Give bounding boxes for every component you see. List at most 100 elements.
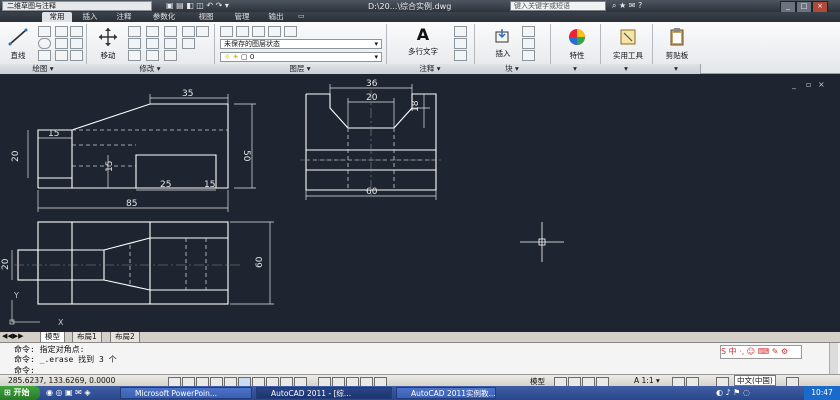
- drawing-svg: 35 15 20 50 15 25 15 85 36 20 18 60 20 6…: [1, 79, 564, 327]
- utilities-button[interactable]: 实用工具: [604, 24, 652, 64]
- tab-manage[interactable]: 管理: [228, 12, 256, 22]
- layer-state-select[interactable]: 未保存的图层状态 ▾: [220, 39, 382, 49]
- utilities-panel-title[interactable]: ▾: [600, 64, 653, 74]
- properties-panel-title[interactable]: ▾: [550, 64, 601, 74]
- edit-block-icon[interactable]: [522, 38, 535, 49]
- layer-off-icon[interactable]: [236, 26, 249, 37]
- multileader-icon[interactable]: [454, 38, 467, 49]
- ribbon-tab-bar: 常用 插入 注释 参数化 视图 管理 输出 ▭: [0, 12, 840, 22]
- clipboard-panel-title[interactable]: ▾: [652, 64, 701, 74]
- array-icon[interactable]: [164, 50, 177, 61]
- clipboard-button[interactable]: 剪贴板: [656, 24, 698, 64]
- stretch-icon[interactable]: [128, 50, 141, 61]
- ellipse-icon[interactable]: [55, 50, 68, 61]
- taskbar: ⊞ 开始 ◉ ◎ ▣ ✉ ◈ Microsoft PowerPoin... Au…: [0, 386, 840, 400]
- layer-lock-icon[interactable]: [284, 26, 297, 37]
- task-autocad-1[interactable]: AutoCAD 2011 - [综...: [256, 387, 392, 399]
- dim-20-top-view: 20: [1, 258, 11, 270]
- front-view: [37, 103, 229, 189]
- insert-block-button[interactable]: 插入: [486, 24, 520, 64]
- table-icon[interactable]: [454, 50, 467, 61]
- dim-15-slot: 15: [105, 161, 115, 172]
- dim-15-top: 15: [48, 129, 59, 139]
- properties-button[interactable]: 特性: [556, 24, 598, 64]
- front-hidden-lines: [72, 129, 228, 167]
- polyline-icon[interactable]: [38, 26, 51, 37]
- ime-toolbar[interactable]: S 中 ·, ☺ ⌨ ✎ ⚙: [720, 345, 802, 359]
- erase-icon[interactable]: [164, 26, 177, 37]
- layer-properties-icon[interactable]: [220, 26, 233, 37]
- linear-dimension-icon[interactable]: [454, 26, 467, 37]
- offset-icon[interactable]: [182, 38, 195, 49]
- tray-icons[interactable]: ◐ ♪ ⚑ ◌: [716, 388, 750, 397]
- workspace-select[interactable]: 二维草图与注释: [2, 1, 152, 11]
- layer-isolate-icon[interactable]: [252, 26, 265, 37]
- dim-35: 35: [182, 89, 193, 99]
- drawing-area[interactable]: _ ▫ × 35 15 20 50 15 25 15 85 36 20 18 6…: [0, 74, 840, 332]
- command-scrollbar[interactable]: [829, 343, 838, 375]
- task-powerpoint[interactable]: Microsoft PowerPoin...: [120, 387, 252, 399]
- fillet-icon[interactable]: [164, 38, 177, 49]
- help-icons[interactable]: ⌕ ★ ✉ ?: [612, 1, 642, 11]
- insert-icon: [495, 29, 509, 43]
- search-input[interactable]: 键入关键字或短语: [510, 1, 606, 11]
- title-bar: 二维草图与注释 ▣ ▤ ◧ ◫ ↶ ↷ ▾ D:\20...\综合实例.dwg …: [0, 0, 840, 13]
- dim-18: 18: [411, 100, 421, 112]
- annotation-panel-title[interactable]: 注释 ▾: [386, 64, 475, 74]
- extend-icon[interactable]: [196, 26, 209, 37]
- tab-annotate[interactable]: 注释: [110, 12, 138, 22]
- quick-access-toolbar-icon[interactable]: ▣ ▤ ◧ ◫ ↶ ↷ ▾: [166, 1, 229, 10]
- trim-icon[interactable]: [146, 26, 159, 37]
- ruler-icon: [620, 29, 636, 45]
- block-attributes-icon[interactable]: [522, 50, 535, 61]
- spline-icon[interactable]: [70, 26, 83, 37]
- tab-parametric[interactable]: 参数化: [144, 12, 184, 22]
- color-wheel-icon: [569, 29, 585, 45]
- annotation-scale[interactable]: A 1:1 ▾: [634, 376, 660, 385]
- scale-icon[interactable]: [146, 50, 159, 61]
- tab-home[interactable]: 常用: [42, 12, 72, 22]
- move-button[interactable]: 移动: [92, 24, 124, 64]
- region-icon[interactable]: [70, 50, 83, 61]
- tab-output[interactable]: 输出: [262, 12, 290, 22]
- rotate-icon[interactable]: [128, 26, 141, 37]
- ribbon-minimize-icon[interactable]: ▭: [298, 12, 305, 20]
- dim-15-right: 15: [204, 180, 215, 190]
- start-button[interactable]: ⊞ 开始: [0, 386, 40, 400]
- dim-20-left: 20: [11, 150, 21, 162]
- rectangle-icon[interactable]: [55, 26, 68, 37]
- mirror-icon[interactable]: [146, 38, 159, 49]
- ime-language[interactable]: 中文(中国): [734, 375, 776, 386]
- ucs-icon: [9, 300, 40, 325]
- mtext-button[interactable]: A 多行文字: [398, 24, 448, 64]
- dim-60-top-view: 60: [255, 256, 265, 268]
- draw-panel-title[interactable]: 绘图 ▾: [0, 64, 87, 74]
- create-block-icon[interactable]: [522, 26, 535, 37]
- quick-launch-icons[interactable]: ◉ ◎ ▣ ✉ ◈: [46, 388, 91, 397]
- move-label: 移动: [100, 51, 116, 60]
- hatch-icon[interactable]: [55, 38, 68, 49]
- explode-icon[interactable]: [182, 26, 195, 37]
- copy-icon[interactable]: [128, 38, 141, 49]
- circle-icon[interactable]: [38, 38, 51, 49]
- crosshair-cursor: [520, 222, 564, 262]
- layer-select[interactable]: ☼ ☀ ▢ 0 ▾: [220, 52, 382, 62]
- block-panel-title[interactable]: 块 ▾: [474, 64, 551, 74]
- ucs-y-label: Y: [13, 291, 19, 300]
- mtext-icon: A: [416, 25, 430, 44]
- dim-60-side: 60: [366, 187, 378, 197]
- gradient-icon[interactable]: [70, 38, 83, 49]
- layers-panel-title[interactable]: 图层 ▾: [214, 64, 387, 74]
- tab-insert[interactable]: 插入: [76, 12, 104, 22]
- modify-panel-title[interactable]: 修改 ▾: [86, 64, 215, 74]
- arc-icon[interactable]: [38, 50, 51, 61]
- coordinate-readout: 285.6237, 133.6269, 0.0000: [8, 376, 116, 385]
- layer-freeze-icon[interactable]: [268, 26, 281, 37]
- line-button[interactable]: 直线: [2, 24, 34, 64]
- line-label: 直线: [10, 51, 26, 60]
- dim-20-side: 20: [366, 93, 378, 103]
- tab-nav-arrows-icon[interactable]: ◀◀▶▶: [2, 332, 24, 340]
- command-history-line-2: 命令: _.erase 找到 3 个: [14, 355, 117, 364]
- task-autocad-2[interactable]: AutoCAD 2011实例教...: [396, 387, 496, 399]
- tab-view[interactable]: 视图: [192, 12, 220, 22]
